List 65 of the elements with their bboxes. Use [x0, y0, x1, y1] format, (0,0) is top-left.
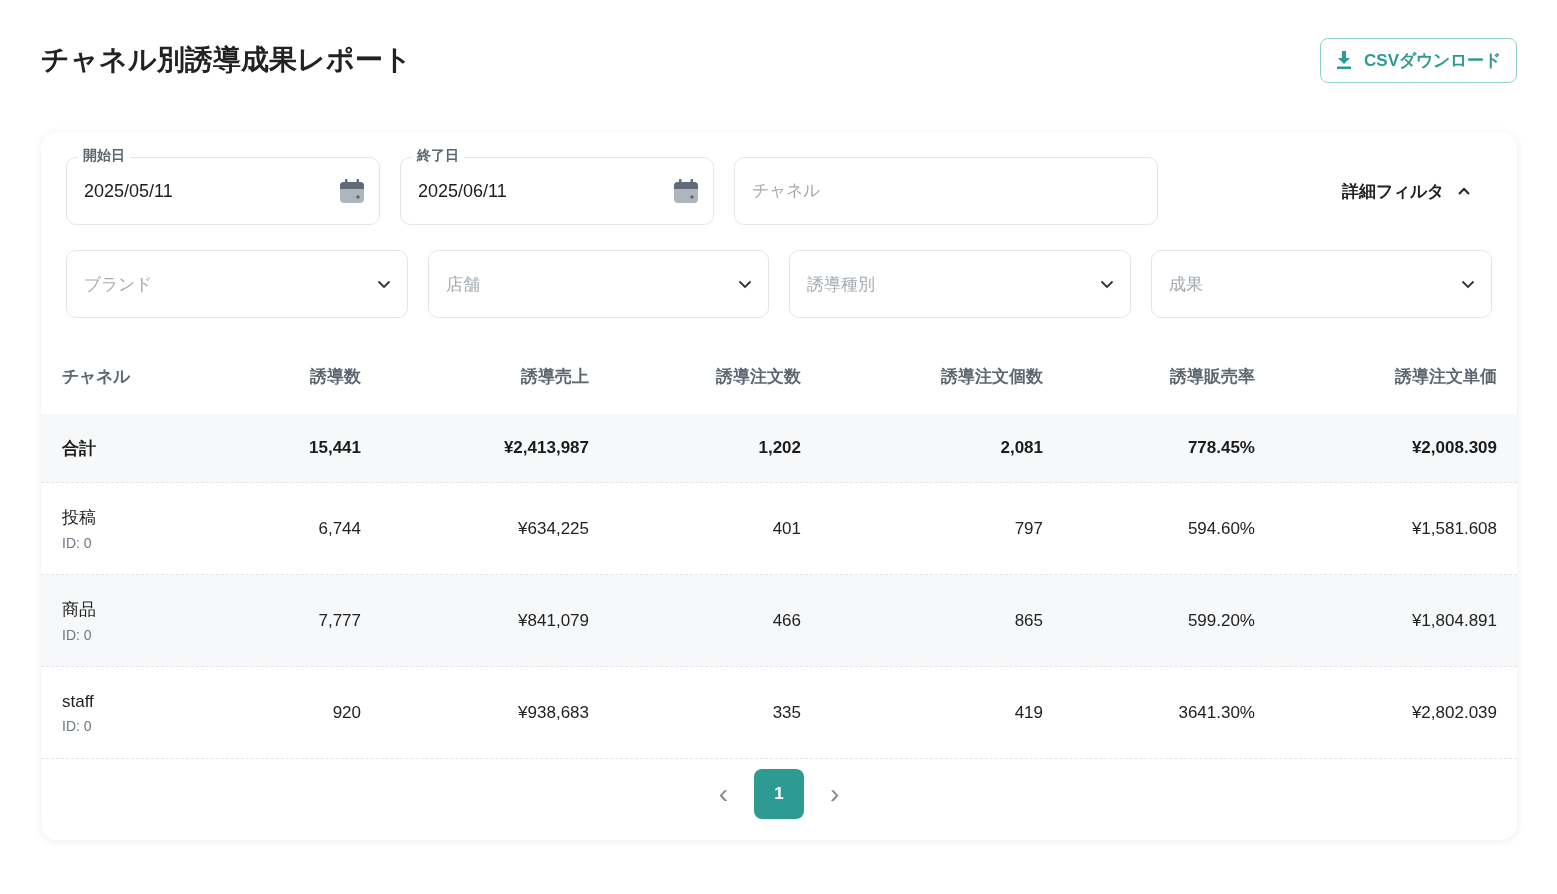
channel-id: ID: 0 — [62, 717, 93, 734]
previous-page-button[interactable]: ‹ — [710, 780, 736, 808]
select-field[interactable]: ブランド — [66, 250, 408, 318]
select-field[interactable]: 成果 — [1150, 250, 1492, 318]
table-cell-text: 778.45% — [1186, 438, 1255, 458]
table-cell-text: 15,441 — [308, 438, 361, 458]
table-cell-text: 920 — [331, 702, 361, 723]
table-cell-text: 2,081 — [999, 438, 1043, 458]
table-cell-text: 401 — [771, 518, 801, 539]
date-value: 2025/05/11 — [84, 180, 173, 202]
page-button[interactable]: 1 — [754, 769, 804, 819]
table-cell-text: 419 — [1013, 702, 1043, 723]
table-cell-text: ¥2,008.309 — [1410, 438, 1497, 458]
table-cell-text: 合計 — [62, 437, 97, 460]
table-cell-text: ¥634,225 — [517, 518, 589, 539]
channel-field[interactable]: チャネル — [734, 157, 1158, 225]
column-header: チャネル — [62, 366, 132, 388]
select-placeholder: ブランド — [84, 273, 152, 296]
table-cell-text: ¥938,683 — [517, 702, 589, 723]
table-cell-text: 865 — [1013, 610, 1043, 631]
channel-name: 投稿 — [62, 507, 97, 529]
select-placeholder: 店舗 — [445, 273, 480, 296]
table-cell-text: ¥2,802.039 — [1410, 702, 1497, 723]
channel-name: staff — [62, 691, 95, 712]
download-icon — [1336, 51, 1353, 69]
table-cell-text: 594.60% — [1186, 518, 1255, 539]
table-cell-text: 7,777 — [317, 610, 361, 631]
table-cell-text: ¥2,413,987 — [502, 438, 589, 458]
table-cell-text: ¥841,079 — [517, 610, 589, 631]
field-label: 終了日 — [412, 147, 464, 165]
csv-download-button[interactable]: CSVダウンロード — [1320, 37, 1517, 83]
select-field[interactable]: 店舗 — [427, 250, 769, 318]
table-cell-text: 599.20% — [1186, 610, 1255, 631]
table-cell-text: ¥1,804.891 — [1410, 610, 1497, 631]
column-header: 誘導売上 — [520, 366, 589, 388]
column-header: 誘導販売率 — [1169, 366, 1255, 388]
chevron-down-icon — [1099, 279, 1114, 289]
channel-name: 商品 — [62, 599, 97, 621]
column-header: 誘導注文個数 — [940, 366, 1043, 388]
select-placeholder: 成果 — [1168, 273, 1203, 296]
chevron-down-icon — [376, 279, 391, 289]
table-cell-text: 335 — [771, 702, 801, 723]
field-label: 開始日 — [78, 147, 130, 165]
column-header: 誘導数 — [309, 366, 361, 388]
select-field[interactable]: 誘導種別 — [789, 250, 1131, 318]
table-cell-text: 6,744 — [317, 518, 361, 539]
page-title: チャネル別誘導成果レポート — [41, 43, 412, 77]
table-cell-text: ¥1,581.608 — [1410, 518, 1497, 539]
calendar-icon[interactable] — [673, 178, 699, 204]
channel-id: ID: 0 — [62, 627, 93, 643]
chevron-icon — [1458, 187, 1470, 195]
calendar-icon[interactable] — [339, 178, 365, 204]
chevron-down-icon — [1461, 279, 1475, 289]
select-placeholder: 誘導種別 — [807, 273, 875, 296]
table-cell-text: 3641.30% — [1177, 702, 1255, 723]
column-header: 誘導注文数 — [715, 366, 801, 388]
table-cell-text: 1,202 — [757, 438, 801, 458]
table-cell-text: 466 — [771, 610, 801, 631]
table-cell-text: 797 — [1013, 518, 1043, 539]
date-value: 2025/06/11 — [418, 180, 507, 202]
channel-id: ID: 0 — [62, 535, 93, 551]
chevron-down-icon — [738, 279, 752, 289]
next-page-button[interactable]: › — [822, 780, 848, 808]
advanced-filter-toggle[interactable]: 詳細フィルタ — [1336, 178, 1476, 204]
column-header: 誘導注文単価 — [1394, 366, 1497, 388]
